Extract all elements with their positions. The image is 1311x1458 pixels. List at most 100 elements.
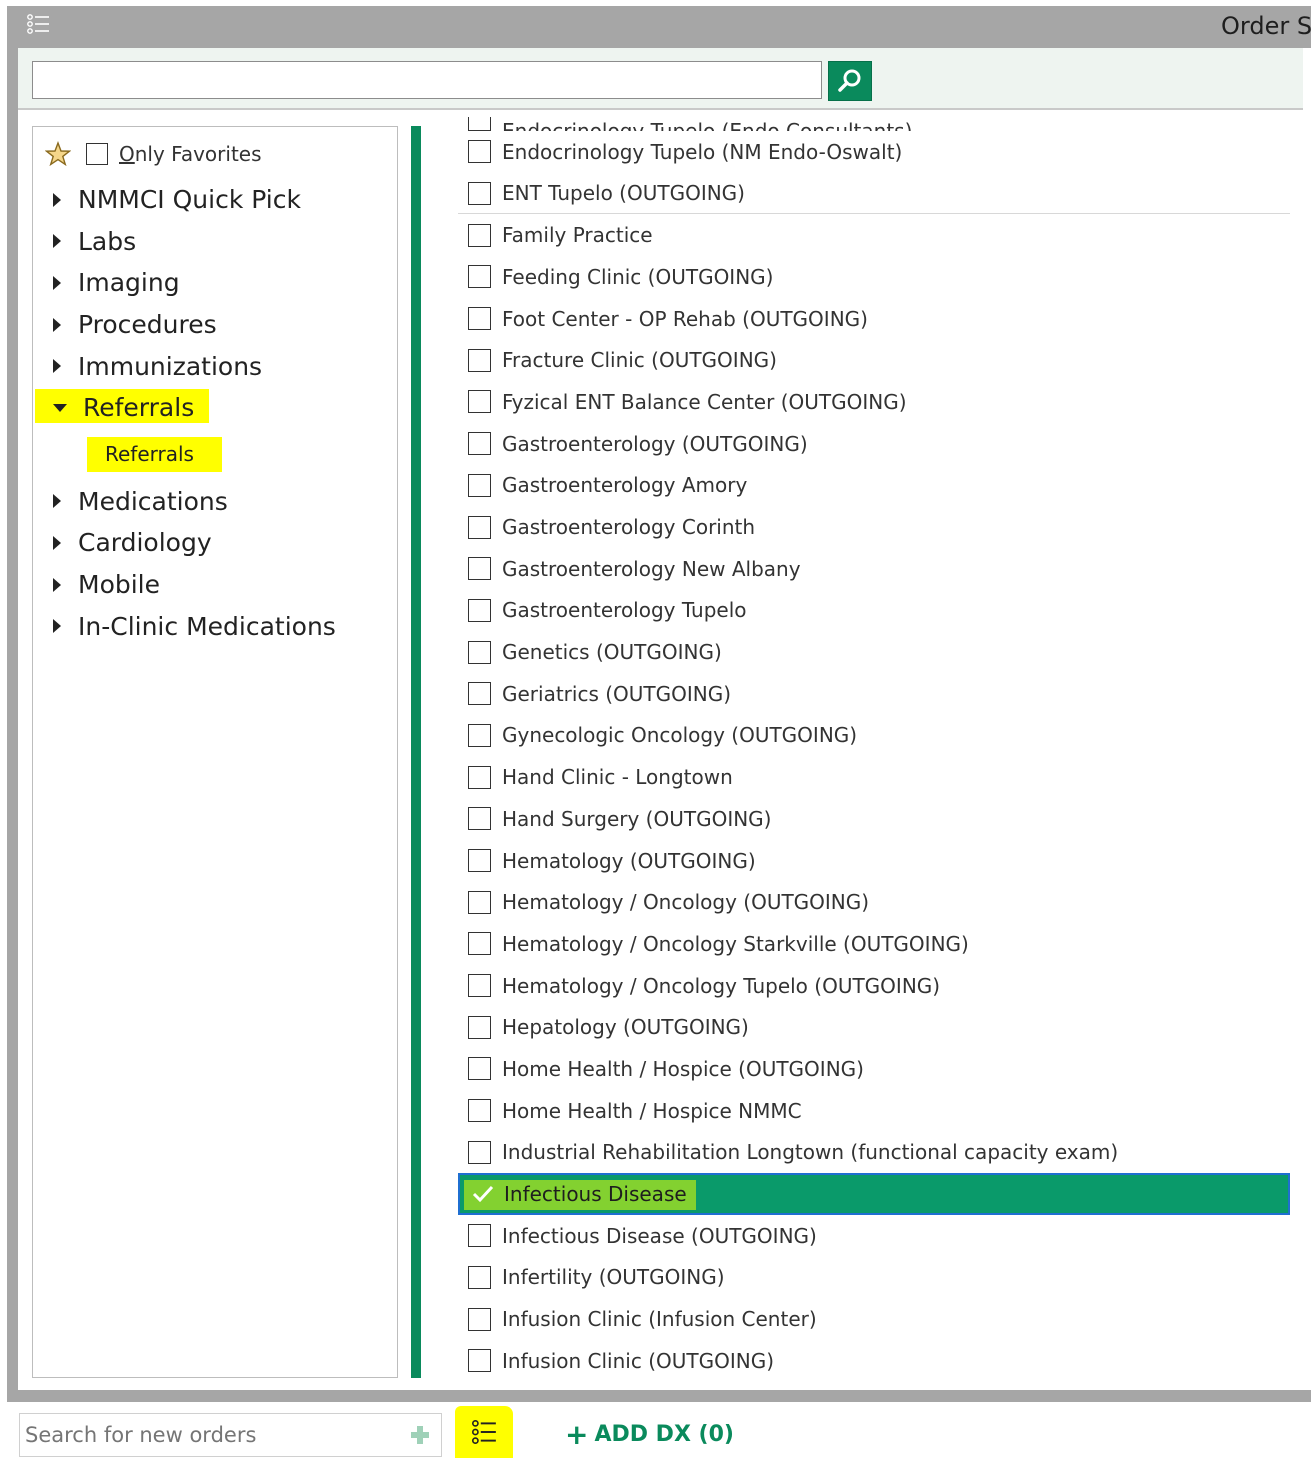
order-checkbox[interactable] [468, 140, 491, 164]
order-checkbox[interactable] [468, 473, 491, 497]
tree-item-label: NMMCI Quick Pick [78, 185, 301, 215]
order-checkbox[interactable] [468, 117, 491, 131]
list-item[interactable]: Hand Clinic - Longtown [458, 756, 1290, 798]
list-item[interactable]: Endocrinology Tupelo (Endo Consultants) [458, 117, 1290, 131]
list-item[interactable]: Gastroenterology New Albany [458, 548, 1290, 590]
list-item[interactable]: Hematology / Oncology Tupelo (OUTGOING) [458, 965, 1290, 1007]
list-item[interactable]: Fracture Clinic (OUTGOING) [458, 339, 1290, 381]
order-checkbox[interactable] [468, 1349, 491, 1373]
tree-item-mobile[interactable]: Mobile [33, 564, 397, 606]
window-frame-bottom [7, 1390, 1311, 1402]
order-checkbox[interactable] [468, 598, 491, 622]
list-item[interactable]: Genetics (OUTGOING) [458, 631, 1290, 673]
checkmark-icon[interactable] [470, 1181, 496, 1207]
caret-right-icon [53, 192, 61, 207]
window-title: Order S [1221, 12, 1311, 40]
order-checkbox[interactable] [468, 849, 491, 873]
order-checkbox[interactable] [468, 1265, 491, 1289]
list-item[interactable]: Family Practice [458, 214, 1290, 256]
list-item[interactable]: Foot Center - OP Rehab (OUTGOING) [458, 298, 1290, 340]
order-label: Infusion Clinic (Infusion Center) [502, 1307, 817, 1332]
list-item[interactable]: Geriatrics (OUTGOING) [458, 673, 1290, 715]
order-checkbox[interactable] [468, 807, 491, 831]
tree-item-medications[interactable]: Medications [33, 481, 397, 523]
new-orders-search-input[interactable] [19, 1413, 442, 1457]
list-item[interactable]: Fyzical ENT Balance Center (OUTGOING) [458, 381, 1290, 423]
list-item-selected[interactable]: Infectious Disease [458, 1173, 1290, 1215]
order-checkbox[interactable] [468, 1015, 491, 1039]
order-checkbox[interactable] [468, 1057, 491, 1081]
list-item[interactable]: Infusion Clinic (OUTGOING) [458, 1340, 1290, 1378]
order-checkbox[interactable] [468, 223, 491, 247]
list-item[interactable]: Gynecologic Oncology (OUTGOING) [458, 715, 1290, 757]
order-label: Home Health / Hospice NMMC [502, 1098, 802, 1123]
order-checkbox[interactable] [468, 1224, 491, 1248]
order-checkbox[interactable] [468, 390, 491, 414]
add-dx-button[interactable]: + ADD DX (0) [565, 1420, 734, 1448]
only-favorites-checkbox[interactable] [86, 143, 108, 165]
list-item[interactable]: Endocrinology Tupelo (NM Endo-Oswalt) [458, 131, 1290, 173]
favorites-row: Only Favorites [45, 139, 262, 169]
list-item[interactable]: Infusion Clinic (Infusion Center) [458, 1298, 1290, 1340]
order-checkbox[interactable] [468, 307, 491, 331]
list-item[interactable]: Hematology / Oncology Starkville (OUTGOI… [458, 923, 1290, 965]
list-item[interactable]: Feeding Clinic (OUTGOING) [458, 256, 1290, 298]
title-bar: Order S [18, 6, 1311, 48]
order-checkbox[interactable] [468, 265, 491, 289]
tree-child-referrals[interactable]: Referrals [33, 429, 397, 481]
order-checkbox[interactable] [468, 765, 491, 789]
list-item[interactable]: Infectious Disease (OUTGOING) [458, 1215, 1290, 1257]
plus-icon[interactable] [409, 1424, 431, 1446]
list-item[interactable]: Hepatology (OUTGOING) [458, 1006, 1290, 1048]
order-label: Home Health / Hospice (OUTGOING) [502, 1056, 864, 1081]
order-label: Hand Surgery (OUTGOING) [502, 806, 772, 831]
window-frame-left [7, 6, 18, 1402]
list-item[interactable]: Hematology / Oncology (OUTGOING) [458, 881, 1290, 923]
tree-item-immunizations[interactable]: Immunizations [33, 345, 397, 387]
tree-item-referrals[interactable]: Referrals [33, 387, 397, 429]
order-checkbox[interactable] [468, 515, 491, 539]
order-checkbox[interactable] [468, 723, 491, 747]
order-checkbox[interactable] [468, 1099, 491, 1123]
list-item[interactable]: Gastroenterology (OUTGOING) [458, 423, 1290, 465]
list-item[interactable]: Home Health / Hospice (OUTGOING) [458, 1048, 1290, 1090]
list-menu-icon[interactable] [26, 12, 52, 38]
list-item[interactable]: Gastroenterology Corinth [458, 506, 1290, 548]
list-item[interactable]: Home Health / Hospice NMMC [458, 1090, 1290, 1132]
tree-item-labs[interactable]: Labs [33, 221, 397, 263]
list-item[interactable]: Gastroenterology Tupelo [458, 590, 1290, 632]
list-item[interactable]: Hematology (OUTGOING) [458, 840, 1290, 882]
tree-item-nmmci-quick-pick[interactable]: NMMCI Quick Pick [33, 179, 397, 221]
order-checkbox[interactable] [468, 181, 491, 205]
order-checkbox[interactable] [468, 557, 491, 581]
order-checkbox[interactable] [468, 640, 491, 664]
order-checkbox[interactable] [468, 974, 491, 998]
order-search-window: Order S Only Favorites NMMCI Quick Pick [0, 0, 1311, 1458]
search-button[interactable] [828, 61, 872, 101]
caret-right-icon [53, 317, 61, 332]
tree-item-procedures[interactable]: Procedures [33, 304, 397, 346]
order-label: Genetics (OUTGOING) [502, 640, 722, 665]
order-list-button[interactable] [455, 1406, 513, 1458]
order-checkbox[interactable] [468, 932, 491, 956]
tree-item-imaging[interactable]: Imaging [33, 262, 397, 304]
order-checkbox[interactable] [468, 348, 491, 372]
list-item[interactable]: Industrial Rehabilitation Longtown (func… [458, 1132, 1290, 1174]
list-item[interactable]: Hand Surgery (OUTGOING) [458, 798, 1290, 840]
order-checkbox[interactable] [468, 432, 491, 456]
order-checkbox[interactable] [468, 1140, 491, 1164]
list-item[interactable]: ENT Tupelo (OUTGOING) [458, 173, 1290, 215]
tree-item-in-clinic-medications[interactable]: In-Clinic Medications [33, 605, 397, 647]
panel-splitter[interactable] [411, 126, 421, 1378]
order-label: Hematology (OUTGOING) [502, 848, 756, 873]
order-checkbox[interactable] [468, 890, 491, 914]
order-checkbox[interactable] [468, 1307, 491, 1331]
order-label: Endocrinology Tupelo (NM Endo-Oswalt) [502, 139, 903, 164]
tree-item-label: Referrals [83, 393, 195, 423]
search-input[interactable] [32, 61, 822, 99]
tree-item-cardiology[interactable]: Cardiology [33, 522, 397, 564]
list-item[interactable]: Gastroenterology Amory [458, 465, 1290, 507]
only-favorites-label[interactable]: Only Favorites [119, 142, 262, 166]
list-item[interactable]: Infertility (OUTGOING) [458, 1257, 1290, 1299]
order-checkbox[interactable] [468, 682, 491, 706]
